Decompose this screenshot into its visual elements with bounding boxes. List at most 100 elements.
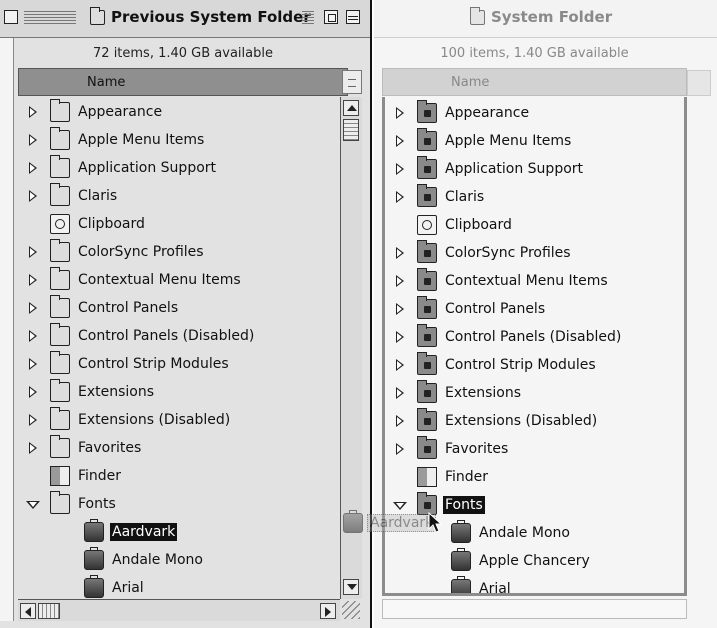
disclosure-triangle-closed-icon[interactable] [396, 443, 404, 455]
horizontal-scrollbar[interactable] [18, 599, 340, 621]
disclosure-triangle-closed-icon[interactable] [29, 190, 37, 202]
disclosure-triangle-closed-icon[interactable] [396, 107, 404, 119]
list-item-label: Control Panels [78, 300, 179, 316]
list-item[interactable]: Finder [385, 463, 684, 491]
list-item[interactable]: Andale Mono [18, 546, 340, 574]
disclosure-triangle-closed-icon[interactable] [29, 134, 37, 146]
list-item[interactable]: Application Support [385, 155, 684, 183]
disclosure-triangle-closed-icon[interactable] [29, 330, 37, 342]
disclosure-triangle-closed-icon[interactable] [29, 414, 37, 426]
list-item-label: Control Strip Modules [445, 357, 596, 373]
list-item[interactable]: Apple Menu Items [385, 127, 684, 155]
collapse-box[interactable] [346, 10, 360, 24]
list-item[interactable]: Application Support [18, 154, 340, 182]
disclosure-triangle-closed-icon[interactable] [396, 359, 404, 371]
disclosure-triangle-closed-icon[interactable] [396, 247, 404, 259]
column-header-label: Name [451, 74, 490, 90]
disclosure-triangle-closed-icon[interactable] [29, 274, 37, 286]
list-item[interactable]: Contextual Menu Items [385, 267, 684, 295]
title-bar[interactable]: System Folder [374, 0, 717, 38]
disclosure-triangle-closed-icon[interactable] [29, 162, 37, 174]
scroll-right-arrow-icon[interactable] [320, 603, 336, 619]
close-box[interactable] [4, 10, 18, 24]
list-item[interactable]: Extensions (Disabled) [18, 406, 340, 434]
sort-order-button[interactable] [687, 70, 711, 96]
horizontal-scroll-thumb[interactable] [38, 603, 60, 619]
list-item[interactable]: Appearance [385, 99, 684, 127]
list-item[interactable]: Claris [18, 182, 340, 210]
name-column-header[interactable]: Name [382, 68, 687, 96]
list-item[interactable]: Control Strip Modules [18, 350, 340, 378]
extensions-folder-icon [417, 380, 437, 403]
disclosure-triangle-closed-icon[interactable] [29, 246, 37, 258]
disclosure-triangle-open-icon[interactable] [393, 502, 407, 510]
list-item-label: Claris [78, 188, 118, 204]
folder-badge-icon [424, 250, 431, 257]
resize-grow-box[interactable] [342, 601, 360, 619]
list-item-label: Arial [479, 581, 511, 596]
disclosure-triangle-closed-icon[interactable] [396, 303, 404, 315]
list-item[interactable]: Extensions [18, 378, 340, 406]
folder-badge-icon [424, 446, 431, 453]
disclosure-triangle-closed-icon[interactable] [396, 387, 404, 399]
disclosure-triangle-closed-icon[interactable] [29, 386, 37, 398]
list-item[interactable]: Clipboard [18, 210, 340, 238]
disclosure-triangle-closed-icon[interactable] [29, 302, 37, 314]
list-item[interactable]: Appearance [18, 98, 340, 126]
list-item[interactable]: Control Panels (Disabled) [18, 322, 340, 350]
sort-order-button[interactable] [342, 70, 362, 94]
disclosure-triangle-closed-icon[interactable] [29, 442, 37, 454]
extensions-folder-icon [417, 408, 437, 431]
folder-badge-icon [424, 194, 431, 201]
list-item-label: Clipboard [78, 216, 145, 232]
disclosure-triangle-closed-icon[interactable] [396, 331, 404, 343]
scroll-left-arrow-icon[interactable] [20, 603, 36, 619]
list-item[interactable]: Favorites [385, 435, 684, 463]
scroll-down-arrow-icon[interactable] [343, 579, 359, 595]
title-bar[interactable]: Previous System Folder [0, 0, 370, 38]
disclosure-triangle-closed-icon[interactable] [396, 191, 404, 203]
disclosure-triangle-closed-icon[interactable] [396, 135, 404, 147]
list-item[interactable]: Control Panels [18, 294, 340, 322]
folder-icon [417, 184, 437, 207]
file-list: Appearance Apple Menu Items Application Su… [18, 97, 340, 599]
font-suitcase-icon [451, 548, 471, 571]
name-column-header[interactable]: Name [18, 68, 348, 96]
list-item[interactable]: Claris [385, 183, 684, 211]
list-item[interactable]: Apple Menu Items [18, 126, 340, 154]
list-item-label: Control Panels (Disabled) [445, 329, 622, 345]
list-item[interactable]: Finder [18, 462, 340, 490]
disclosure-triangle-closed-icon[interactable] [396, 275, 404, 287]
list-item[interactable]: Favorites [18, 434, 340, 462]
list-item-label: Clipboard [445, 217, 512, 233]
list-item[interactable]: Arial [385, 575, 684, 596]
finder-icon [417, 467, 437, 487]
list-item[interactable]: Control Strip Modules [385, 351, 684, 379]
list-item[interactable]: Clipboard [385, 211, 684, 239]
disclosure-triangle-closed-icon[interactable] [396, 415, 404, 427]
disclosure-triangle-open-icon[interactable] [26, 501, 40, 509]
list-item[interactable]: Aardvark [18, 518, 340, 546]
disclosure-triangle-closed-icon[interactable] [29, 358, 37, 370]
horizontal-scrollbar[interactable] [382, 599, 687, 619]
list-item[interactable]: Control Panels (Disabled) [385, 323, 684, 351]
list-item[interactable]: Extensions [385, 379, 684, 407]
list-item[interactable]: Extensions (Disabled) [385, 407, 684, 435]
list-item-label: Apple Menu Items [78, 132, 205, 148]
list-item[interactable]: Arial [18, 574, 340, 599]
control-panels-folder-icon [417, 324, 437, 347]
list-item[interactable]: Control Panels [385, 295, 684, 323]
disclosure-triangle-closed-icon[interactable] [396, 163, 404, 175]
zoom-box[interactable] [324, 10, 338, 24]
scroll-up-arrow-icon[interactable] [343, 100, 359, 116]
list-item[interactable]: Apple Chancery [385, 547, 684, 575]
list-item[interactable]: Fonts [18, 490, 340, 518]
list-item[interactable]: Contextual Menu Items [18, 266, 340, 294]
list-item[interactable]: ColorSync Profiles [18, 238, 340, 266]
list-item-label: Application Support [445, 161, 584, 177]
list-item[interactable]: ColorSync Profiles [385, 239, 684, 267]
vertical-scroll-thumb[interactable] [343, 119, 359, 141]
disclosure-triangle-closed-icon[interactable] [29, 106, 37, 118]
folder-badge-icon [424, 334, 431, 341]
folder-icon [50, 323, 70, 346]
